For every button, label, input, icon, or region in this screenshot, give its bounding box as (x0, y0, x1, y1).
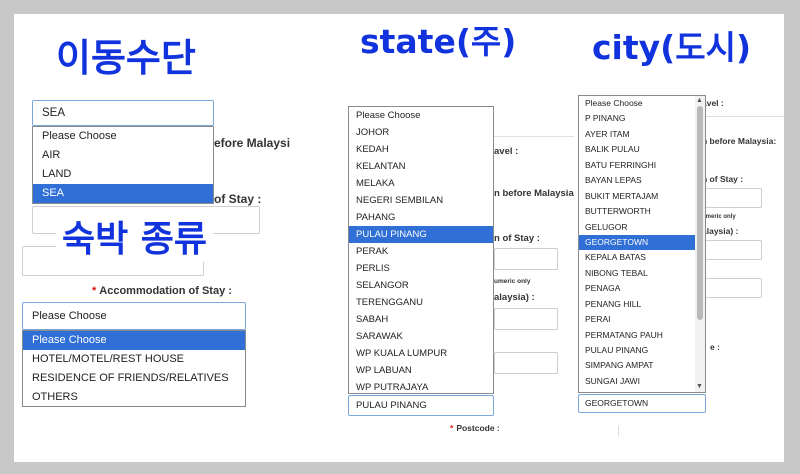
state-option[interactable]: JOHOR (349, 124, 493, 141)
background-input (494, 248, 558, 270)
transport-option[interactable]: Please Choose (33, 127, 213, 146)
divider (618, 426, 619, 436)
state-option[interactable]: NEGERI SEMBILAN (349, 192, 493, 209)
state-heading: state(주) (360, 22, 517, 61)
stay-label: n of Stay : (702, 174, 744, 184)
city-select[interactable]: GEORGETOWN (578, 394, 706, 413)
e-label: e : (710, 342, 720, 352)
before-malaysia-label: n before Malaysia (494, 188, 574, 199)
before-malaysia-label: n before Malaysia: (702, 136, 777, 146)
background-input (494, 308, 558, 330)
accommodation-option[interactable]: RESIDENCE OF FRIENDS/RELATIVES (23, 369, 245, 388)
state-option[interactable]: SELANGOR (349, 277, 493, 294)
accommodation-dropdown-list[interactable]: Please Choose HOTEL/MOTEL/REST HOUSE RESID… (22, 330, 246, 407)
state-option[interactable]: KELANTAN (349, 158, 493, 175)
city-option[interactable]: TANJONG BUNGAH (579, 389, 695, 392)
state-option[interactable]: PULAU PINANG (349, 226, 493, 243)
state-option[interactable]: PERLIS (349, 260, 493, 277)
city-option[interactable]: GELUGOR (579, 220, 695, 235)
state-option[interactable]: TERENGGANU (349, 294, 493, 311)
scroll-up-arrow-icon[interactable]: ▲ (696, 97, 703, 105)
city-option[interactable]: PULAU PINANG (579, 343, 695, 358)
city-option[interactable]: AYER ITAM (579, 127, 695, 142)
city-heading: city(도시) (592, 28, 752, 67)
divider (702, 116, 784, 117)
state-option[interactable]: WP LABUAN (349, 362, 493, 379)
city-option[interactable]: BUTTERWORTH (579, 204, 695, 219)
transport-option[interactable]: LAND (33, 165, 213, 184)
transport-heading: 이동수단 (56, 36, 196, 80)
state-option[interactable]: SARAWAK (349, 328, 493, 345)
accommodation-heading: 숙박 종류 (56, 218, 214, 262)
state-option[interactable]: SABAH (349, 311, 493, 328)
accommodation-select[interactable]: Please Choose (22, 302, 246, 330)
city-option[interactable]: BATU FERRINGHI (579, 158, 695, 173)
scroll-down-arrow-icon[interactable]: ▼ (696, 383, 703, 391)
background-input (702, 240, 762, 260)
city-option[interactable]: PERMATANG PAUH (579, 328, 695, 343)
state-option[interactable]: Please Choose (349, 107, 493, 124)
city-option[interactable]: PENANG HILL (579, 297, 695, 312)
city-option[interactable]: SUNGAI JAWI (579, 374, 695, 389)
stay-label: of Stay : (214, 192, 262, 206)
before-malaysia-label: efore Malaysi (214, 136, 291, 150)
state-option[interactable]: MELAKA (349, 175, 493, 192)
background-input (494, 352, 558, 374)
transport-option[interactable]: SEA (33, 184, 213, 203)
transport-select[interactable]: SEA (32, 100, 214, 126)
city-option[interactable]: Please Choose (579, 96, 695, 111)
stay-label: n of Stay : (494, 233, 540, 244)
screenshot-canvas: efore Malaysi of Stay : * Accommodation o… (14, 14, 784, 462)
numeric-only-hint: umeric only (494, 278, 531, 285)
city-option[interactable]: P PINANG (579, 111, 695, 126)
accommodation-option[interactable]: Please Choose (23, 331, 245, 350)
city-option[interactable]: SIMPANG AMPAT (579, 358, 695, 373)
background-input (702, 278, 762, 298)
state-option[interactable]: PERAK (349, 243, 493, 260)
city-option[interactable]: BAYAN LEPAS (579, 173, 695, 188)
malaysia-label: alaysia) : (702, 226, 739, 236)
state-select[interactable]: PULAU PINANG (348, 395, 494, 416)
state-option[interactable]: PAHANG (349, 209, 493, 226)
background-input (702, 188, 762, 208)
city-option[interactable]: BALIK PULAU (579, 142, 695, 157)
city-option[interactable]: PERAI (579, 312, 695, 327)
transport-dropdown-list[interactable]: Please Choose AIR LAND SEA (32, 126, 214, 204)
postcode-label: * Postcode : (450, 423, 500, 433)
accommodation-option[interactable]: OTHERS (23, 388, 245, 406)
city-option[interactable]: KEPALA BATAS (579, 250, 695, 265)
accommodation-label: * Accommodation of Stay : (92, 285, 232, 297)
city-dropdown-list[interactable]: Please Choose P PINANG AYER ITAM BALIK PULA… (578, 95, 706, 393)
malaysia-label: alaysia) : (494, 292, 535, 303)
state-option[interactable]: WP PUTRAJAYA (349, 379, 493, 393)
city-option[interactable]: NIBONG TEBAL (579, 266, 695, 281)
scroll-thumb[interactable] (697, 106, 703, 320)
state-dropdown-list[interactable]: Please Choose JOHOR KEDAH KELANTAN MELAKA NEG… (348, 106, 494, 394)
city-option[interactable]: GEORGETOWN (579, 234, 695, 251)
city-option[interactable]: PENAGA (579, 281, 695, 296)
city-option[interactable]: BUKIT MERTAJAM (579, 189, 695, 204)
numeric-only-hint: umeric only (702, 214, 736, 220)
state-option[interactable]: KEDAH (349, 141, 493, 158)
transport-option[interactable]: AIR (33, 146, 213, 165)
state-option[interactable]: WP KUALA LUMPUR (349, 345, 493, 362)
city-list-scrollbar[interactable]: ▲ ▼ (695, 96, 705, 392)
accommodation-option[interactable]: HOTEL/MOTEL/REST HOUSE (23, 350, 245, 369)
travel-label: avel : (494, 146, 519, 157)
